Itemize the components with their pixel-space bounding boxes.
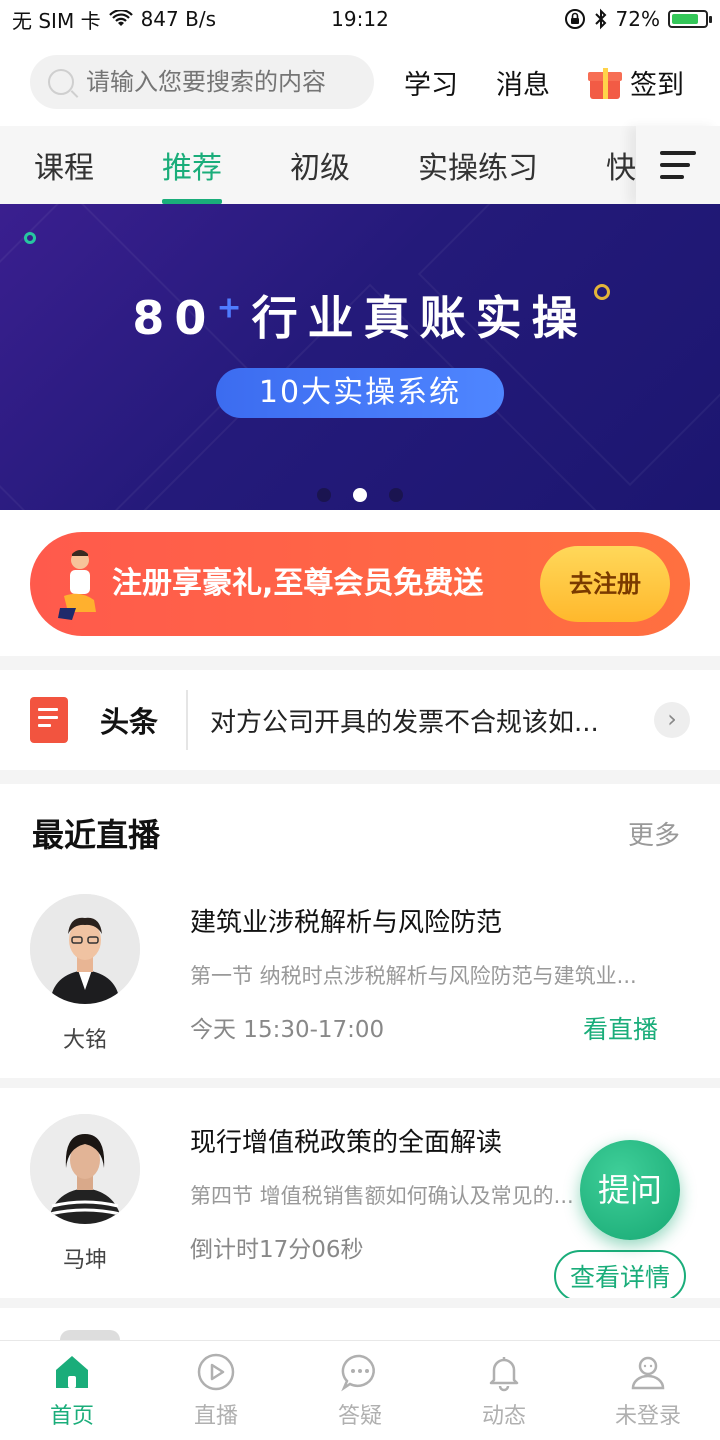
recent-live-section: 最近直播 更多 大铭 建筑业涉税解析与风险防范 第一节 纳税时点涉税解析与风险防… [0, 784, 720, 1340]
banner-title: 80+行业真账实操 [132, 290, 588, 345]
live-item[interactable]: 大铭 建筑业涉税解析与风险防范 第一节 纳税时点涉税解析与风险防范与建筑业...… [0, 894, 720, 1094]
watch-live-button[interactable]: 看直播 [583, 1010, 658, 1046]
headline-label: 头条 [100, 705, 159, 739]
top-header: 学习 消息 签到 [0, 38, 720, 126]
lecturer-name: 大铭 [62, 1028, 107, 1053]
header-links: 学习 消息 签到 [404, 63, 684, 102]
nav-activity-label: 动态 [481, 1403, 526, 1429]
home-icon [56, 1355, 88, 1388]
section-title: 最近直播 [32, 816, 161, 854]
nav-live[interactable]: 直播 [144, 1341, 288, 1440]
chat-bubble-icon [341, 1354, 375, 1391]
search-icon [48, 69, 74, 95]
nav-profile-label: 未登录 [614, 1403, 681, 1429]
news-icon [30, 697, 68, 743]
banner-pill: 10大实操系统 [216, 368, 504, 418]
live-countdown: 倒计时17分06秒 [190, 1237, 364, 1263]
more-link[interactable]: 更多 [628, 815, 680, 852]
avatar [30, 1114, 140, 1224]
gift-icon [588, 65, 622, 99]
status-bar: 无 SIM 卡 847 B/s 19:12 72% [0, 0, 720, 38]
carousel-dot-active[interactable] [353, 488, 367, 502]
promo-text: 注册享豪礼,至尊会员免费送 [112, 566, 484, 601]
nav-home-label: 首页 [49, 1403, 94, 1429]
network-speed: 847 B/s [140, 7, 216, 31]
headline-bar[interactable]: 头条 对方公司开具的发票不合规该如... › [0, 670, 720, 770]
category-menu-button[interactable] [636, 126, 720, 204]
tab-beginner[interactable]: 初级 [256, 126, 384, 204]
bluetooth-icon [594, 8, 606, 30]
carousel-dot[interactable] [389, 488, 403, 502]
menu-icon [660, 151, 696, 155]
ask-question-button[interactable]: 提问 [580, 1140, 680, 1240]
nav-qa[interactable]: 答疑 [288, 1341, 432, 1440]
carousel-dot[interactable] [317, 488, 331, 502]
rotation-lock-icon [564, 9, 585, 29]
checkin-label: 签到 [630, 69, 684, 101]
register-promo-section: 注册享豪礼,至尊会员免费送 去注册 [0, 510, 720, 656]
register-button[interactable]: 去注册 [540, 546, 670, 622]
checkin-button[interactable]: 签到 [588, 63, 684, 102]
nav-qa-label: 答疑 [337, 1403, 382, 1429]
register-promo-banner[interactable]: 注册享豪礼,至尊会员免费送 去注册 [30, 532, 690, 636]
divider [186, 690, 189, 750]
avatar [30, 894, 140, 1004]
bell-icon [489, 1356, 519, 1391]
carousel-dots [0, 488, 720, 502]
wifi-icon [108, 10, 133, 26]
search-bar[interactable] [30, 55, 374, 109]
nav-activity[interactable]: 动态 [432, 1341, 576, 1440]
nav-live-label: 直播 [193, 1403, 238, 1429]
divider [0, 1078, 720, 1088]
nav-home[interactable]: 首页 [0, 1341, 144, 1440]
carrier-label: 无 SIM 卡 [12, 8, 101, 33]
status-right: 72% [564, 7, 712, 31]
nav-profile[interactable]: 未登录 [576, 1341, 720, 1440]
person-illustration-icon [58, 550, 96, 620]
bottom-nav: 首页 直播 答疑 动态 未登录 [0, 1340, 720, 1440]
user-icon [631, 1356, 665, 1389]
section-header: 最近直播 更多 [32, 810, 680, 856]
live-title: 现行增值税政策的全面解读 [190, 1128, 503, 1158]
decor-ring [24, 232, 36, 244]
headline-text[interactable]: 对方公司开具的发票不合规该如... [210, 702, 640, 739]
avatar-partial [60, 1330, 120, 1340]
lecturer-name: 马坤 [62, 1248, 107, 1273]
study-link[interactable]: 学习 [404, 63, 458, 102]
search-input[interactable] [86, 68, 336, 96]
tab-courses[interactable]: 课程 [0, 126, 128, 204]
play-circle-icon [197, 1353, 235, 1390]
category-tabs: 课程 推荐 初级 实操练习 快 [0, 126, 720, 204]
status-left: 无 SIM 卡 847 B/s [12, 5, 216, 34]
battery-percent: 72% [615, 7, 660, 31]
tab-recommended[interactable]: 推荐 [128, 126, 256, 204]
chevron-right-icon[interactable]: › [654, 702, 690, 738]
divider [0, 1298, 720, 1308]
promo-banner[interactable]: 80+行业真账实操 10大实操系统 [0, 204, 720, 510]
live-subtitle: 第一节 纳税时点涉税解析与风险防范与建筑业... [190, 964, 637, 988]
battery-icon [668, 10, 712, 28]
view-details-button[interactable]: 查看详情 [553, 1250, 686, 1302]
messages-link[interactable]: 消息 [496, 63, 550, 102]
tab-practice[interactable]: 实操练习 [384, 126, 572, 204]
live-time: 今天 15:30-17:00 [190, 1017, 385, 1043]
live-title: 建筑业涉税解析与风险防范 [190, 908, 503, 938]
